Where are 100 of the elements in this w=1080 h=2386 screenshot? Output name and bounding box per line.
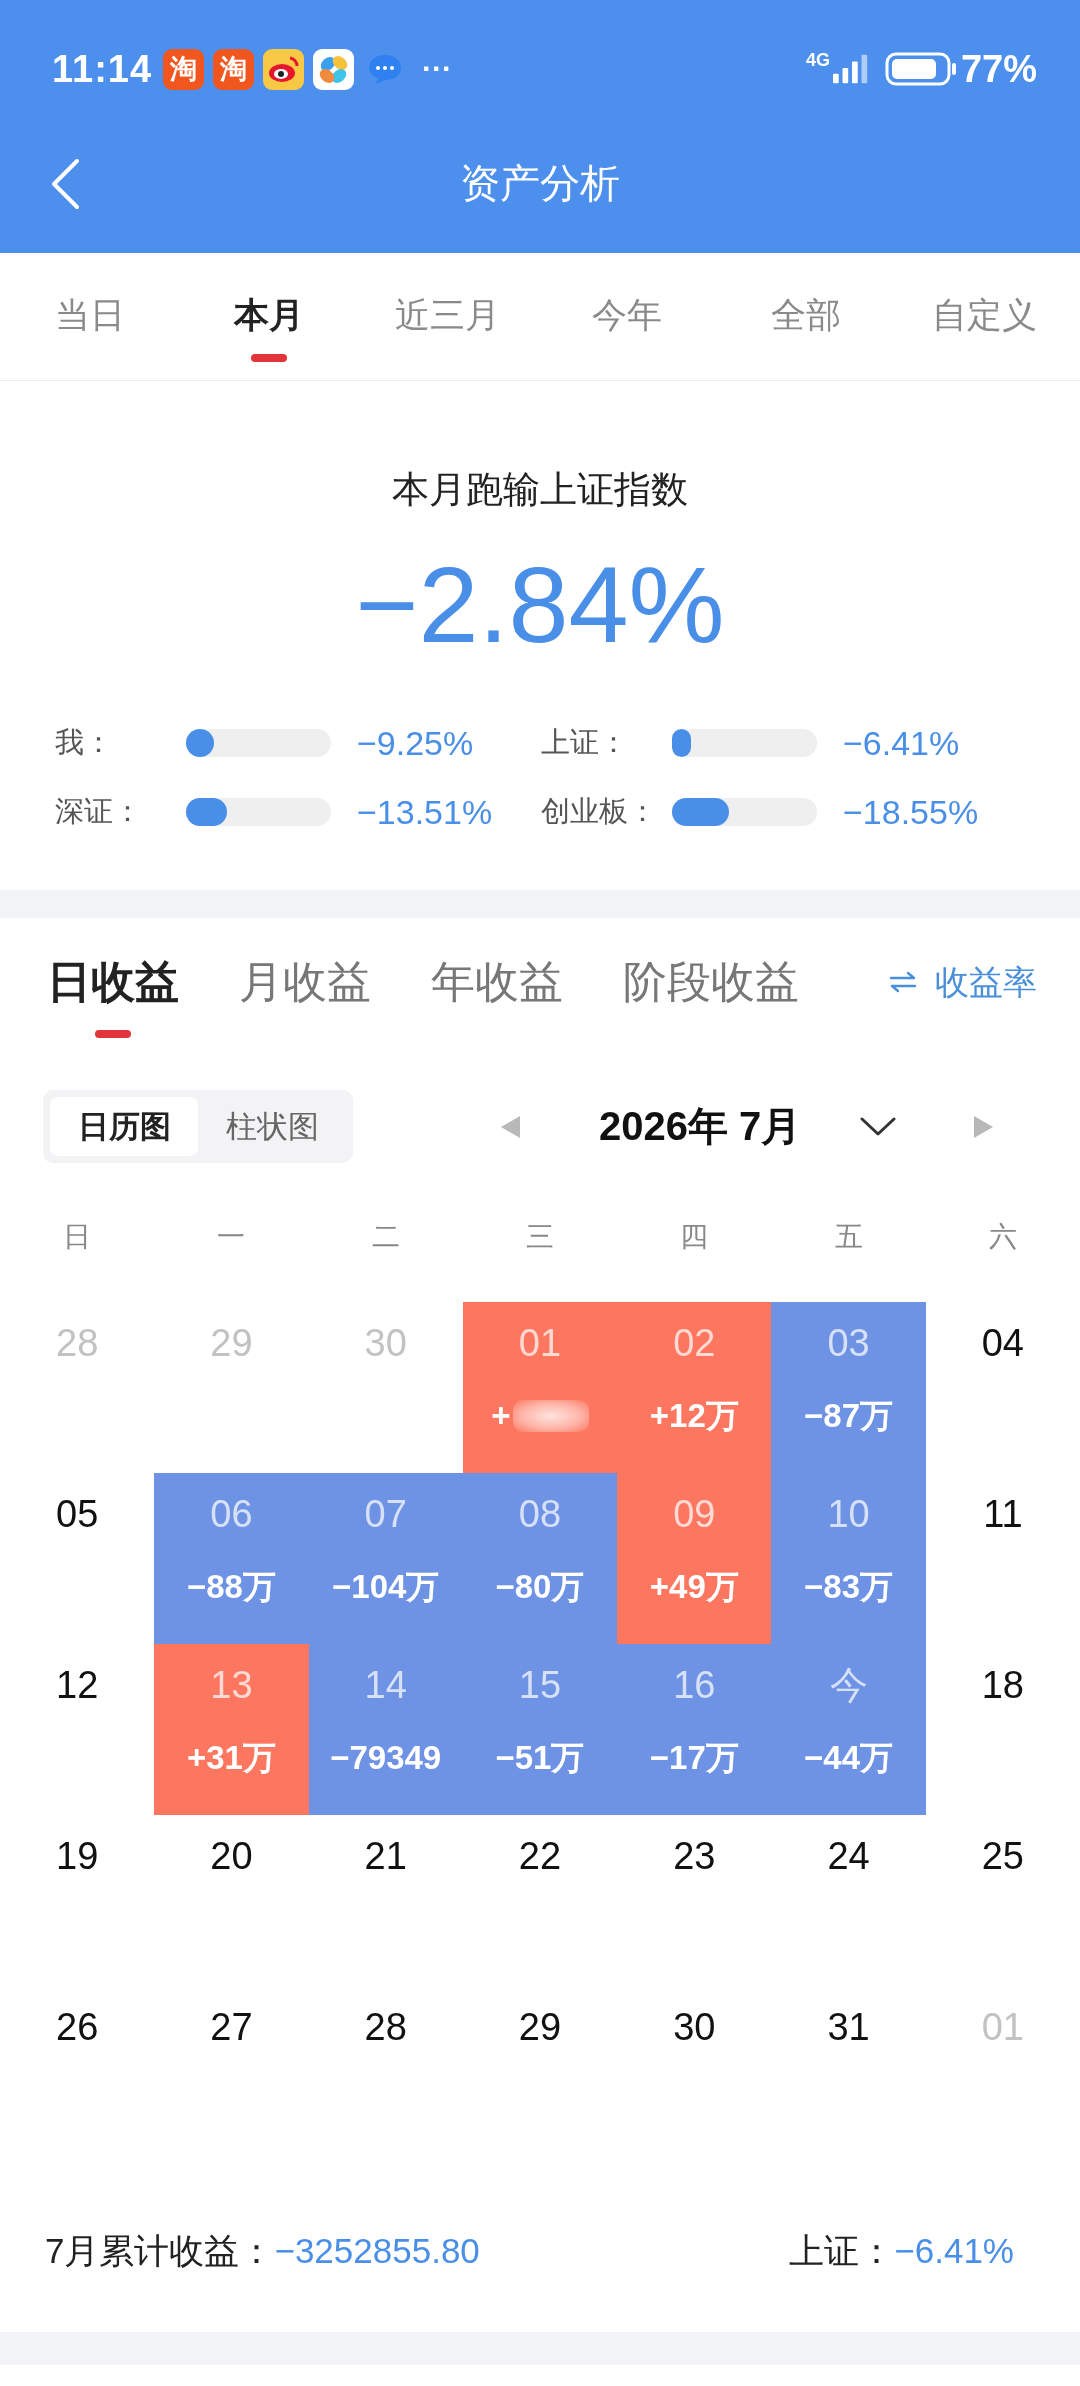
day-number: 12 — [56, 1663, 99, 1707]
day-return: −80万 — [495, 1567, 585, 1607]
weekday-label: 日 — [63, 1220, 92, 1254]
battery-percent: 77% — [960, 47, 1037, 91]
comparison-value: −6.41% — [843, 723, 961, 763]
day-number: 28 — [56, 1321, 99, 1365]
day-number: 04 — [981, 1321, 1024, 1365]
day-return: −17万 — [649, 1738, 739, 1778]
day-number: 21 — [364, 1834, 407, 1878]
previous-month-button[interactable] — [501, 1115, 520, 1138]
day-return: −44万 — [804, 1738, 894, 1778]
returns-tab[interactable]: 年收益 — [431, 952, 563, 1012]
day-number: 15 — [518, 1663, 562, 1707]
day-number: 22 — [518, 1834, 562, 1878]
day-number: 18 — [981, 1663, 1024, 1707]
period-tab[interactable]: 当日 — [0, 253, 179, 380]
day-return: −88万 — [186, 1567, 276, 1607]
day-number: 07 — [364, 1492, 407, 1536]
day-return: +31万 — [186, 1738, 276, 1778]
weekday-label: 一 — [217, 1220, 246, 1254]
month-dropdown-button[interactable] — [860, 1116, 897, 1137]
network-type: 4G — [805, 51, 830, 69]
period-tab[interactable]: 全部 — [716, 253, 895, 380]
more-notifications: ··· — [422, 54, 453, 84]
calendar-day[interactable]: 07 −104万 — [308, 1473, 463, 1644]
day-number: 01 — [518, 1321, 562, 1365]
calendar-day[interactable]: 08 −80万 — [462, 1473, 618, 1644]
calendar-day[interactable]: 今 −44万 — [771, 1644, 926, 1815]
day-number: 29 — [518, 2005, 562, 2049]
period-tab[interactable]: 本月 — [179, 253, 358, 380]
day-number: 03 — [827, 1321, 870, 1365]
day-number: 20 — [210, 1834, 253, 1878]
weekday-label: 二 — [371, 1220, 400, 1254]
day-number: 08 — [518, 1492, 562, 1536]
comparison-label: 上证： — [541, 725, 629, 760]
day-return: +12万 — [649, 1396, 739, 1436]
calendar-day[interactable]: 06 −88万 — [154, 1473, 309, 1644]
day-number: 25 — [981, 1834, 1024, 1878]
day-number: 27 — [210, 2005, 253, 2049]
index-label: 上证： — [789, 2230, 895, 2272]
day-number: 31 — [827, 2005, 870, 2049]
period-tab[interactable]: 自定义 — [895, 253, 1074, 380]
calendar-day[interactable]: 14 −79349 — [308, 1644, 463, 1815]
day-number: 02 — [673, 1321, 716, 1365]
battery-icon — [884, 52, 957, 86]
calendar-day[interactable]: 10 −83万 — [771, 1473, 926, 1644]
total-label: 7月累计收益： — [45, 2230, 275, 2272]
back-button[interactable] — [50, 158, 80, 210]
status-time: 11:14 — [52, 47, 153, 91]
returns-tab[interactable]: 阶段收益 — [623, 952, 799, 1012]
swap-icon — [889, 971, 917, 993]
day-number: 09 — [673, 1492, 716, 1536]
calendar-day[interactable]: 01 + — [462, 1302, 618, 1473]
day-number: 01 — [981, 2005, 1024, 2049]
comparison-label: 我： — [55, 725, 114, 760]
rate-toggle[interactable]: 收益率 — [889, 952, 1037, 1012]
calendar-day[interactable]: 16 −17万 — [617, 1644, 772, 1815]
eye-logo-icon — [263, 48, 305, 90]
day-number: 23 — [673, 1834, 716, 1878]
next-month-button[interactable] — [974, 1115, 994, 1138]
chat-bubble-icon — [367, 53, 404, 85]
returns-tab[interactable]: 月收益 — [239, 952, 371, 1012]
day-return: −51万 — [495, 1738, 585, 1778]
day-number: 今 — [829, 1663, 868, 1707]
day-number: 29 — [210, 1321, 253, 1365]
day-return: −104万 — [332, 1567, 440, 1607]
comparison-label: 深证： — [55, 794, 143, 829]
view-option[interactable]: 柱状图 — [198, 1097, 346, 1156]
pinwheel-icon — [313, 48, 355, 90]
calendar-day[interactable]: 09 +49万 — [617, 1473, 772, 1644]
weekday-label: 四 — [680, 1220, 709, 1254]
total-value: −3252855.80 — [274, 2230, 480, 2272]
summary-title: 本月跑输上证指数 — [391, 468, 689, 512]
view-option[interactable]: 日历图 — [50, 1097, 198, 1156]
weekday-label: 三 — [526, 1220, 554, 1254]
calendar-day[interactable]: 15 −51万 — [462, 1644, 618, 1815]
day-number: 16 — [673, 1663, 716, 1707]
day-number: 06 — [210, 1492, 253, 1536]
calendar-day[interactable]: 02 +12万 — [617, 1302, 772, 1473]
comparison-value: −13.51% — [357, 792, 494, 832]
period-tab[interactable]: 今年 — [537, 253, 716, 380]
day-number: 26 — [56, 2005, 99, 2049]
day-number: 13 — [210, 1663, 253, 1707]
app-logo: 淘 — [163, 48, 205, 90]
day-number: 28 — [364, 2005, 407, 2049]
comparison-value: −9.25% — [357, 723, 475, 763]
day-number: 19 — [56, 1834, 99, 1878]
day-number: 30 — [673, 2005, 716, 2049]
returns-tab[interactable]: 日收益 — [47, 952, 179, 1038]
summary-value: −2.84% — [354, 545, 726, 665]
month-title: 2026年 7月 — [599, 1103, 802, 1150]
calendar-day[interactable]: 03 −87万 — [771, 1302, 926, 1473]
day-number: 30 — [364, 1321, 407, 1365]
day-number: 14 — [364, 1663, 407, 1707]
day-number: 10 — [827, 1492, 870, 1536]
day-return: −83万 — [804, 1567, 894, 1607]
day-number: 24 — [827, 1834, 870, 1878]
period-tab[interactable]: 近三月 — [358, 253, 537, 380]
comparison-label: 创业板： — [541, 794, 658, 829]
calendar-day[interactable]: 13 +31万 — [154, 1644, 309, 1815]
